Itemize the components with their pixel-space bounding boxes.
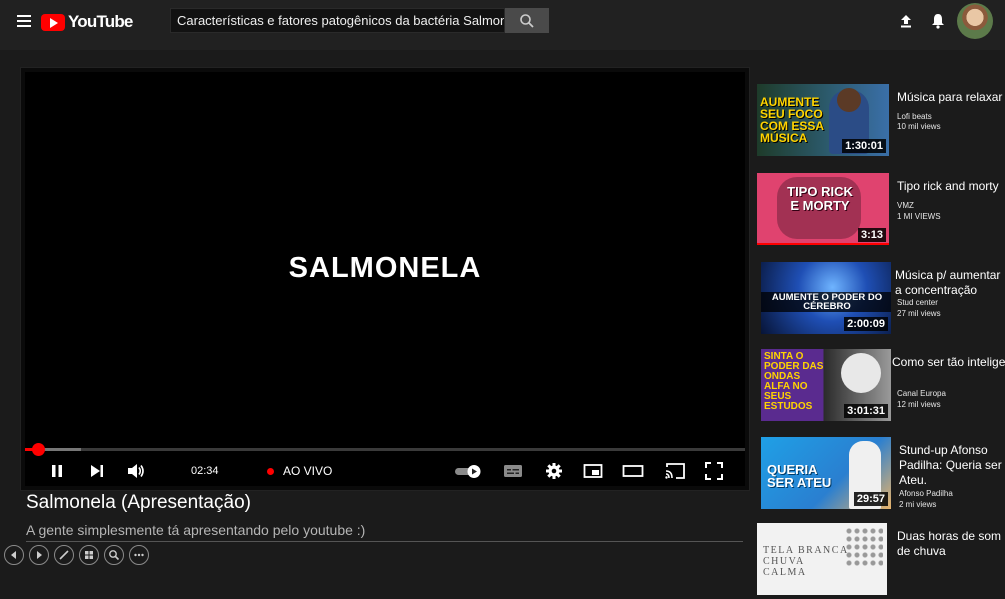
channel-name[interactable]: Canal Europa (897, 389, 946, 398)
recommendation-title[interactable]: Duas horas de som de chuva (897, 529, 1005, 559)
presentation-toolbar (4, 545, 149, 565)
magnifier-icon (109, 550, 120, 561)
recommendation-item[interactable]: TELA BRANCA CHUVA CALMA Duas horas de so… (757, 523, 1005, 599)
recommendation-title[interactable]: Como ser tão inteliger Quanto Einstein? (892, 355, 1005, 385)
notifications-bell-icon[interactable] (929, 12, 947, 30)
view-count: 1 MI VIEWS (897, 212, 941, 221)
thumbnail-caption: SINTA O PODER DAS ONDAS ALFA NO SEUS EST… (764, 351, 824, 412)
youtube-logo[interactable]: YouTube (41, 12, 133, 32)
watched-progress (757, 243, 889, 245)
video-thumbnail[interactable]: AUMENTE O PODER DO CÉREBRO 2:00:09 (761, 262, 891, 334)
subtitles-button[interactable] (502, 460, 524, 482)
divider (26, 541, 743, 542)
volume-button[interactable] (125, 460, 147, 482)
autoplay-toggle[interactable] (454, 460, 484, 482)
skip-next-icon (91, 465, 103, 477)
view-count: 10 mil views (897, 122, 941, 131)
recommendation-item[interactable]: AUMENTE SEU FOCO COM ESSA MÚSICA 1:30:01… (757, 84, 1005, 160)
view-count: 2 mi views (899, 500, 937, 509)
theater-mode-icon (622, 465, 644, 477)
view-count: 27 mil views (897, 309, 941, 318)
thumbnail-caption: QUERIA SER ATEU (767, 462, 832, 490)
subtitles-icon (504, 465, 522, 477)
recommendation-title[interactable]: Tipo rick and morty (897, 179, 1005, 194)
pause-icon (52, 465, 62, 477)
arrow-right-icon (37, 551, 42, 559)
youtube-play-badge-icon (41, 13, 65, 31)
recommendation-title[interactable]: Stund-up Afonso Padilha: Queria ser Ateu… (899, 443, 1005, 488)
search-button[interactable] (505, 8, 549, 33)
cast-button[interactable] (663, 460, 687, 482)
recommendation-item[interactable]: TIPO RICK E MORTY 3:13 Tipo rick and mor… (757, 173, 1005, 249)
user-avatar[interactable] (957, 3, 993, 39)
topbar: YouTube Características e fatores patogê… (0, 0, 1005, 50)
slide-title: SALMONELA (288, 252, 482, 284)
player-controls: 02:34 AO VIVO (25, 454, 745, 490)
cast-icon (665, 463, 685, 479)
thumbnail-caption: AUMENTE O PODER DO CÉREBRO (771, 292, 883, 312)
video-thumbnail[interactable]: SINTA O PODER DAS ONDAS ALFA NO SEUS EST… (761, 349, 891, 421)
settings-button[interactable] (543, 460, 565, 482)
fullscreen-button[interactable] (703, 460, 725, 482)
thumbnail-face (837, 88, 861, 112)
recommendation-item[interactable]: QUERIA SER ATEU 29:57 Stund-up Afonso Pa… (757, 437, 1005, 513)
zoom-button[interactable] (104, 545, 124, 565)
video-duration: 1:30:01 (842, 139, 886, 153)
live-indicator: AO VIVO (267, 464, 332, 478)
video-thumbnail[interactable]: QUERIA SER ATEU 29:57 (761, 437, 891, 509)
next-slide-button[interactable] (29, 545, 49, 565)
channel-name[interactable]: Lofi beats (897, 112, 932, 121)
video-title: Salmonela (Apresentação) (26, 492, 251, 513)
fullscreen-icon (705, 462, 723, 480)
video-duration: 3:01:31 (844, 404, 888, 418)
recommendation-item[interactable]: SINTA O PODER DAS ONDAS ALFA NO SEUS EST… (757, 349, 1005, 425)
video-player[interactable]: SALMONELA 02:34 AO VIVO (20, 67, 750, 491)
volume-icon (128, 464, 144, 478)
next-button[interactable] (87, 460, 107, 482)
slides-overview-button[interactable] (79, 545, 99, 565)
channel-name[interactable]: Stud center (897, 298, 938, 307)
miniplayer-icon (583, 464, 603, 478)
autoplay-toggle-icon (455, 465, 481, 478)
grid-icon (85, 551, 93, 559)
thumbnail-caption: AUMENTE SEU FOCO COM ESSA MÚSICA (760, 95, 824, 145)
previous-slide-button[interactable] (4, 545, 24, 565)
upload-icon[interactable] (897, 12, 915, 30)
recommendation-title-text: Como ser tão inteliger Quanto Einstein? (892, 355, 1005, 369)
logo-text: YouTube (68, 12, 133, 31)
recommendation-title[interactable]: Música para relaxar (897, 90, 1005, 105)
more-dots-icon (134, 553, 144, 557)
more-options-button[interactable] (129, 545, 149, 565)
view-count: 12 mil views (897, 400, 941, 409)
thumbnail-caption: TIPO RICK E MORTY (787, 184, 853, 213)
theater-mode-button[interactable] (621, 460, 645, 482)
pen-icon (59, 550, 69, 560)
live-label: AO VIVO (283, 464, 333, 478)
progress-bar[interactable] (25, 443, 745, 456)
video-thumbnail[interactable]: AUMENTE SEU FOCO COM ESSA MÚSICA 1:30:01 (757, 84, 889, 156)
recommendation-title[interactable]: Música p/ aumentar a concentração (895, 268, 1003, 298)
rain-drops-image (845, 527, 883, 567)
pen-tool-button[interactable] (54, 545, 74, 565)
gear-icon (546, 463, 562, 479)
video-thumbnail[interactable]: TELA BRANCA CHUVA CALMA (757, 523, 887, 595)
thumbnail-figure (841, 353, 881, 393)
recommendation-item[interactable]: AUMENTE O PODER DO CÉREBRO 2:00:09 Músic… (757, 262, 1005, 338)
time-display: 02:34 (191, 465, 219, 477)
thumbnail-caption: TELA BRANCA CHUVA CALMA (763, 545, 849, 578)
video-duration: 3:13 (857, 228, 886, 242)
live-dot-icon (267, 467, 274, 475)
channel-name[interactable]: Afonso Padilha (899, 489, 953, 498)
hamburger-menu-icon[interactable] (17, 15, 31, 27)
video-thumbnail[interactable]: TIPO RICK E MORTY 3:13 (757, 173, 889, 245)
video-duration: 29:57 (853, 492, 888, 506)
video-duration: 2:00:09 (844, 317, 888, 331)
search-input[interactable]: Características e fatores patogênicos da… (170, 8, 505, 33)
miniplayer-button[interactable] (582, 460, 604, 482)
arrow-left-icon (11, 551, 16, 559)
video-description: A gente simplesmente tá apresentando pel… (26, 522, 366, 538)
pause-button[interactable] (47, 460, 67, 482)
search-icon (520, 13, 534, 28)
channel-name[interactable]: VMZ (897, 201, 914, 210)
